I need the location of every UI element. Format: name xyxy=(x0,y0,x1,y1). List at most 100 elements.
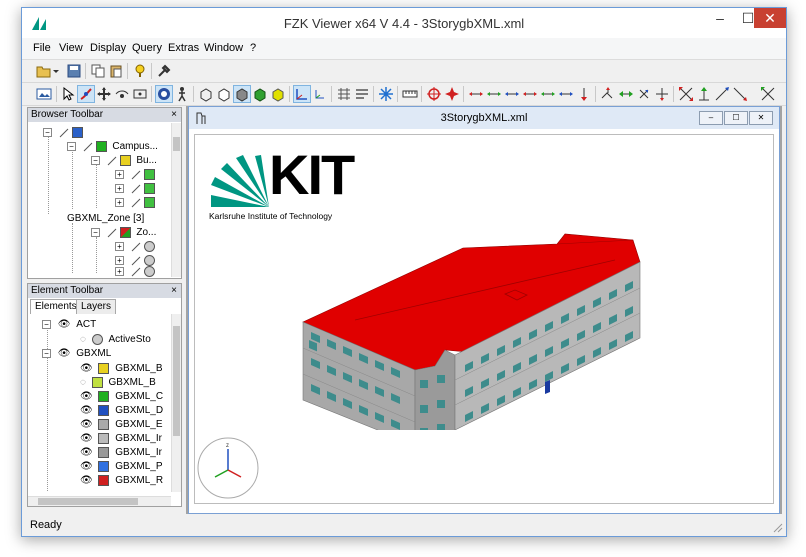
rotate-z-icon[interactable] xyxy=(636,86,652,102)
tree-row[interactable]: 👁 GBXML_C xyxy=(80,391,163,405)
visibility-icon[interactable] xyxy=(131,184,141,194)
move-xz-icon[interactable] xyxy=(558,86,574,102)
tree-row[interactable]: 👁 GBXML_D xyxy=(80,405,163,419)
element-hscrollbar[interactable] xyxy=(28,496,171,506)
3d-viewport[interactable]: KIT Karlsruhe Institute of Technology z xyxy=(194,134,774,504)
eye-icon[interactable]: 👁 xyxy=(80,405,93,416)
collapse-toggle[interactable]: − xyxy=(43,128,52,137)
visibility-icon[interactable] xyxy=(131,198,141,208)
menu-file[interactable]: File xyxy=(33,42,51,54)
tree-row[interactable]: − Zo... xyxy=(91,227,156,241)
eye-icon[interactable]: 👁 xyxy=(80,461,93,472)
select-icon[interactable] xyxy=(60,86,76,102)
tree-row[interactable]: 👁 GBXML_Ir xyxy=(80,447,162,461)
element-close-button[interactable]: × xyxy=(171,284,177,298)
browser-scrollbar[interactable] xyxy=(171,123,181,277)
tree-row[interactable]: − Campus... xyxy=(67,141,158,155)
collapse-toggle[interactable]: − xyxy=(91,228,100,237)
solid-icon[interactable] xyxy=(233,85,251,103)
scrollbar-thumb[interactable] xyxy=(38,498,138,505)
minimize-button[interactable]: – xyxy=(706,8,734,30)
move-x-icon[interactable] xyxy=(468,86,484,102)
axis-icon[interactable] xyxy=(293,85,311,103)
scale-z-icon[interactable] xyxy=(732,86,748,102)
collapse-toggle[interactable]: − xyxy=(42,320,51,329)
collapse-toggle[interactable]: − xyxy=(42,349,51,358)
move-down-icon[interactable] xyxy=(576,86,592,102)
rotate-x-icon[interactable] xyxy=(600,86,616,102)
scale-up-icon[interactable] xyxy=(696,86,712,102)
tree-row[interactable]: − 👁 GBXML xyxy=(42,348,111,362)
axis-small-icon[interactable] xyxy=(312,86,328,102)
move-y-icon[interactable] xyxy=(486,86,502,102)
menu-view[interactable]: View xyxy=(59,42,83,54)
resize-grip-icon[interactable] xyxy=(773,523,783,533)
expand-toggle[interactable]: + xyxy=(115,170,124,179)
menu-display[interactable]: Display xyxy=(90,42,126,54)
eye-icon[interactable]: 👁 xyxy=(80,447,93,458)
eye-icon[interactable]: 👁 xyxy=(58,348,71,359)
hidden-line-icon[interactable] xyxy=(216,86,232,102)
move-z-icon[interactable] xyxy=(504,86,520,102)
scale-icon[interactable] xyxy=(678,86,694,102)
tools-icon[interactable] xyxy=(156,63,172,79)
scrollbar-thumb[interactable] xyxy=(173,326,180,436)
eye-hidden-icon[interactable]: ◌ xyxy=(80,377,86,388)
expand-toggle[interactable]: + xyxy=(115,267,124,276)
expand-toggle[interactable]: + xyxy=(115,256,124,265)
rotate-free-icon[interactable] xyxy=(654,86,670,102)
tree-row[interactable]: − xyxy=(43,127,86,141)
tree-row[interactable]: − Bu... xyxy=(91,155,157,169)
visibility-icon[interactable] xyxy=(131,267,141,277)
visibility-icon[interactable] xyxy=(131,170,141,180)
tree-row[interactable]: 👁 GBXML_E xyxy=(80,419,163,433)
list-icon[interactable] xyxy=(354,86,370,102)
eye-hidden-icon[interactable]: ◌ xyxy=(80,334,86,345)
tree-row[interactable]: + xyxy=(115,197,158,211)
eye-icon[interactable]: 👁 xyxy=(80,419,93,430)
expand-toggle[interactable]: + xyxy=(115,184,124,193)
tree-row[interactable]: 👁 GBXML_P xyxy=(80,461,163,475)
visibility-icon[interactable] xyxy=(83,142,93,152)
dropdown-icon[interactable] xyxy=(52,63,60,79)
tree-row[interactable]: + xyxy=(115,169,158,183)
collapse-toggle[interactable]: − xyxy=(91,156,100,165)
wireframe-icon[interactable] xyxy=(198,86,214,102)
menu-query[interactable]: Query xyxy=(132,42,162,54)
paste-icon[interactable] xyxy=(108,63,124,79)
orbit-icon[interactable] xyxy=(77,85,95,103)
target-icon[interactable] xyxy=(426,86,442,102)
render-icon[interactable] xyxy=(155,85,173,103)
copy-icon[interactable] xyxy=(90,63,106,79)
tree-row[interactable]: ◌ ActiveSto xyxy=(80,334,151,348)
close-button[interactable]: ✕ xyxy=(754,8,786,28)
scrollbar-thumb[interactable] xyxy=(173,137,180,151)
open-icon[interactable] xyxy=(36,63,52,79)
eye-icon[interactable]: 👁 xyxy=(58,319,71,330)
menu-extras[interactable]: Extras xyxy=(168,42,199,54)
eye-icon[interactable]: 👁 xyxy=(80,391,93,402)
expand-toggle[interactable]: + xyxy=(115,198,124,207)
tree-row[interactable]: 👁 GBXML_R xyxy=(80,475,163,489)
visibility-icon[interactable] xyxy=(131,242,141,252)
collapse-toggle[interactable]: − xyxy=(67,142,76,151)
document-maximize-button[interactable]: ☐ xyxy=(724,111,748,125)
tree-row[interactable]: + xyxy=(115,266,158,280)
visibility-icon[interactable] xyxy=(107,228,117,238)
visibility-icon[interactable] xyxy=(59,128,69,138)
browser-close-button[interactable]: × xyxy=(171,108,177,122)
shaded-icon[interactable] xyxy=(252,86,268,102)
move-xy-icon[interactable] xyxy=(522,86,538,102)
transparent-icon[interactable] xyxy=(270,86,286,102)
explode-icon[interactable] xyxy=(444,86,460,102)
grid-icon[interactable] xyxy=(336,86,352,102)
visibility-icon[interactable] xyxy=(107,156,117,166)
menu-help[interactable]: ? xyxy=(250,42,256,54)
move-yz-icon[interactable] xyxy=(540,86,556,102)
ruler-icon[interactable] xyxy=(402,86,418,102)
tree-row[interactable]: − 👁 ACT xyxy=(42,319,96,333)
eye-icon[interactable]: 👁 xyxy=(80,475,93,486)
document-minimize-button[interactable]: – xyxy=(699,111,723,125)
tree-row[interactable]: GBXML_Zone [3] xyxy=(67,213,144,227)
eye-icon[interactable]: 👁 xyxy=(80,433,93,444)
